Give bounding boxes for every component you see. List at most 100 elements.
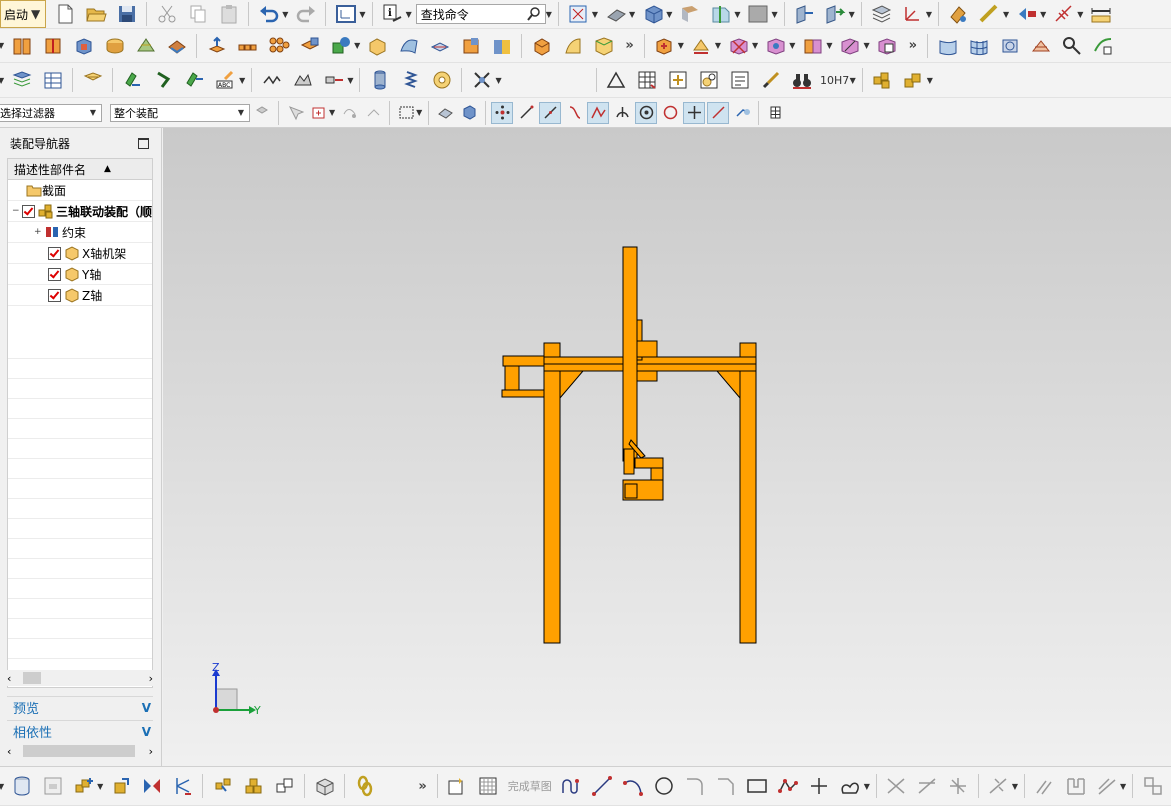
face-analysis-icon[interactable]	[676, 1, 703, 28]
boxes-icon[interactable]	[900, 67, 927, 94]
rectangle-icon[interactable]	[744, 773, 771, 800]
move-icon[interactable]	[181, 67, 208, 94]
profile-icon[interactable]	[558, 773, 585, 800]
mirror-assembly-icon[interactable]	[138, 773, 165, 800]
marquee-icon[interactable]	[395, 102, 417, 124]
mirror-curve-icon[interactable]	[985, 773, 1012, 800]
selection-scope-dropdown[interactable]: 整个装配 ▼	[110, 103, 250, 122]
line-icon[interactable]	[589, 773, 616, 800]
three-axis-gantry-model[interactable]	[501, 246, 757, 644]
quadrant-icon[interactable]	[563, 102, 585, 124]
start-button[interactable]: 启动 ▼	[0, 0, 47, 28]
wcs-icon[interactable]	[899, 1, 926, 28]
rotate-surface-icon[interactable]	[996, 32, 1023, 59]
settings-icon[interactable]	[1089, 32, 1116, 59]
maximize-icon[interactable]	[138, 137, 149, 149]
constraint-icon[interactable]	[1139, 773, 1166, 800]
open-folder-icon[interactable]	[82, 1, 109, 28]
pattern-curve-icon[interactable]	[1062, 773, 1089, 800]
chamfer-icon[interactable]	[488, 32, 515, 59]
sketch-grid-icon[interactable]	[475, 773, 502, 800]
subtract-icon[interactable]	[327, 32, 354, 59]
blend-icon[interactable]	[590, 32, 617, 59]
tangent-icon[interactable]	[515, 102, 537, 124]
point-icon[interactable]	[806, 773, 833, 800]
fillet-icon[interactable]	[682, 773, 709, 800]
pattern-icon[interactable]	[265, 32, 292, 59]
tools-icon[interactable]	[1058, 32, 1085, 59]
perpendicular-icon[interactable]	[611, 102, 633, 124]
book-icon[interactable]	[8, 32, 35, 59]
save-icon[interactable]	[113, 1, 140, 28]
bearing-icon[interactable]	[428, 67, 455, 94]
wave-icon[interactable]	[150, 67, 177, 94]
corner-icon[interactable]	[945, 773, 972, 800]
move-component-icon[interactable]	[107, 773, 134, 800]
triangle-icon[interactable]	[603, 67, 630, 94]
expand-icon[interactable]: +	[34, 227, 44, 237]
trim-icon[interactable]	[883, 773, 910, 800]
scroll-left-icon[interactable]: ‹	[7, 672, 11, 685]
cut-icon[interactable]	[153, 1, 180, 28]
snap-point-icon[interactable]	[338, 102, 360, 124]
visibility-checkbox[interactable]	[48, 267, 61, 281]
shell-icon[interactable]	[528, 32, 555, 59]
brush-icon[interactable]	[758, 67, 785, 94]
cylinder-icon[interactable]	[101, 32, 128, 59]
constraint-icon[interactable]	[240, 773, 267, 800]
block-icon[interactable]	[70, 32, 97, 59]
green-part-icon[interactable]	[119, 67, 146, 94]
shaded-surface-icon[interactable]	[934, 32, 961, 59]
table-icon[interactable]	[39, 67, 66, 94]
pole-icon[interactable]	[731, 102, 753, 124]
sweep-icon[interactable]	[426, 32, 453, 59]
parts-list-icon[interactable]	[696, 67, 723, 94]
chamfer-icon[interactable]	[713, 773, 740, 800]
layers-icon[interactable]	[39, 32, 66, 59]
slot-icon[interactable]	[320, 67, 347, 94]
spline-icon[interactable]	[837, 773, 864, 800]
paste-icon[interactable]	[215, 1, 242, 28]
sketch-icon[interactable]	[444, 773, 471, 800]
render-style-icon[interactable]	[602, 1, 629, 28]
polygon-icon[interactable]	[775, 773, 802, 800]
thread-icon[interactable]	[258, 67, 285, 94]
graphics-window[interactable]: Z Y	[163, 128, 1171, 766]
on-curve-icon[interactable]	[707, 101, 730, 124]
command-finder[interactable]: 查找命令	[415, 4, 546, 24]
intersection-icon[interactable]	[683, 101, 706, 124]
check-clearance-icon[interactable]	[311, 773, 338, 800]
reposition-icon[interactable]	[209, 773, 236, 800]
section-view-icon[interactable]	[707, 1, 734, 28]
add-component-icon[interactable]	[70, 773, 97, 800]
groove-icon[interactable]	[289, 67, 316, 94]
assembly-tree-icon[interactable]	[869, 67, 896, 94]
tree-node-y-axis[interactable]: Y轴	[8, 264, 152, 285]
layer-stack-icon[interactable]	[8, 67, 35, 94]
sphere-icon[interactable]	[163, 32, 190, 59]
tree-node-section[interactable]: 截面	[8, 180, 152, 201]
wave-linker-icon[interactable]	[271, 773, 298, 800]
scroll-left-icon[interactable]: ‹	[7, 745, 11, 758]
visibility-checkbox[interactable]	[48, 246, 61, 260]
mirror-icon[interactable]	[725, 32, 752, 59]
layer-icon[interactable]	[8, 773, 35, 800]
new-file-icon[interactable]	[51, 1, 78, 28]
finish-sketch-button[interactable]: 完成草图	[508, 778, 552, 794]
extend-icon[interactable]	[914, 773, 941, 800]
grid-table-icon[interactable]	[634, 67, 661, 94]
visibility-checkbox[interactable]	[21, 204, 35, 218]
offset-curve-icon[interactable]	[1031, 773, 1058, 800]
filter-icon[interactable]	[251, 102, 273, 124]
column-header[interactable]: 描述性部件名 ▲	[8, 159, 152, 180]
scroll-right-icon[interactable]: ›	[149, 672, 153, 685]
scroll-thumb[interactable]	[23, 745, 135, 757]
component-icon[interactable]	[799, 32, 826, 59]
symbol-icon[interactable]	[665, 67, 692, 94]
view-window-icon[interactable]	[332, 1, 359, 28]
visibility-checkbox[interactable]	[48, 288, 61, 302]
table-grid-icon[interactable]	[764, 102, 786, 124]
mesh-icon[interactable]	[965, 32, 992, 59]
reposition-icon[interactable]	[822, 1, 849, 28]
selection-filter-dropdown[interactable]: 选择过滤器 ▼	[0, 103, 102, 122]
